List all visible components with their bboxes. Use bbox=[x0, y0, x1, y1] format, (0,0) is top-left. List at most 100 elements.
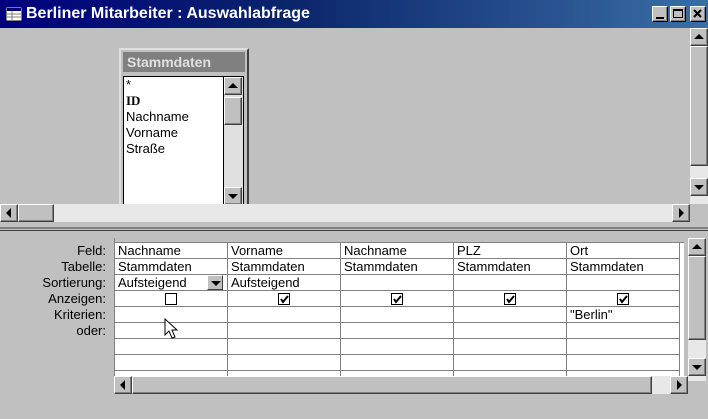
minimize-button[interactable] bbox=[652, 6, 668, 22]
oder-cell[interactable] bbox=[341, 323, 453, 339]
sortierung-cell[interactable] bbox=[567, 275, 679, 291]
scroll-up-button[interactable] bbox=[690, 28, 708, 46]
empty-cell[interactable] bbox=[454, 355, 566, 371]
feld-cell[interactable]: PLZ bbox=[454, 243, 566, 259]
scroll-down-button[interactable] bbox=[224, 187, 242, 205]
tabelle-cell[interactable]: Stammdaten bbox=[228, 259, 340, 275]
field-list-scrollbar[interactable] bbox=[224, 76, 244, 206]
scroll-thumb[interactable] bbox=[132, 376, 652, 394]
kriterien-cell[interactable] bbox=[341, 307, 453, 323]
sortierung-dropdown-button[interactable] bbox=[207, 275, 223, 290]
tabelle-cell[interactable]: Stammdaten bbox=[341, 259, 453, 275]
query-icon bbox=[6, 7, 22, 21]
show-checkbox[interactable] bbox=[391, 293, 403, 305]
oder-cell[interactable] bbox=[454, 323, 566, 339]
table-pane: Stammdaten * ID Nachname Vorname Straße bbox=[0, 28, 708, 223]
empty-cell[interactable] bbox=[567, 339, 679, 355]
arrow-right-icon bbox=[677, 380, 682, 390]
tabelle-cell[interactable]: Stammdaten bbox=[115, 259, 227, 275]
scroll-right-button[interactable] bbox=[670, 376, 688, 394]
arrow-down-icon bbox=[692, 365, 702, 370]
scroll-down-button[interactable] bbox=[690, 178, 708, 196]
feld-cell[interactable]: Nachname bbox=[341, 243, 453, 259]
row-label-oder: oder: bbox=[76, 323, 106, 338]
tabelle-cell[interactable]: Stammdaten bbox=[454, 259, 566, 275]
arrow-up-icon bbox=[694, 34, 704, 39]
show-checkbox[interactable] bbox=[617, 293, 629, 305]
scroll-up-button[interactable] bbox=[224, 77, 242, 95]
design-grid[interactable]: Nachname Stammdaten Aufsteigend Vorname … bbox=[114, 238, 684, 381]
show-checkbox[interactable] bbox=[504, 293, 516, 305]
sortierung-cell[interactable] bbox=[341, 275, 453, 291]
feld-cell[interactable]: Nachname bbox=[115, 243, 227, 259]
oder-cell[interactable] bbox=[228, 323, 340, 339]
field-item[interactable]: * bbox=[124, 77, 223, 93]
field-list[interactable]: * ID Nachname Vorname Straße bbox=[123, 76, 224, 206]
sortierung-cell[interactable] bbox=[454, 275, 566, 291]
chevron-down-icon bbox=[211, 281, 221, 286]
row-label-kriterien: Kriterien: bbox=[53, 307, 106, 322]
anzeigen-cell[interactable] bbox=[567, 291, 679, 307]
row-label-feld: Feld: bbox=[77, 243, 106, 258]
empty-cell[interactable] bbox=[567, 355, 679, 371]
tabelle-cell[interactable]: Stammdaten bbox=[567, 259, 679, 275]
kriterien-cell[interactable] bbox=[454, 307, 566, 323]
scroll-left-button[interactable] bbox=[114, 376, 132, 394]
checkmark-icon bbox=[393, 295, 402, 304]
field-list-stammdaten[interactable]: Stammdaten * ID Nachname Vorname Straße bbox=[119, 48, 249, 213]
feld-cell[interactable]: Vorname bbox=[228, 243, 340, 259]
scroll-thumb[interactable] bbox=[18, 204, 54, 222]
sortierung-value: Aufsteigend bbox=[118, 275, 187, 290]
show-checkbox[interactable] bbox=[278, 293, 290, 305]
arrow-left-icon bbox=[6, 208, 11, 218]
arrow-down-icon bbox=[228, 194, 238, 199]
maximize-button[interactable] bbox=[670, 6, 686, 22]
show-checkbox[interactable] bbox=[165, 293, 177, 305]
oder-cell[interactable] bbox=[567, 323, 679, 339]
field-list-title[interactable]: Stammdaten bbox=[123, 52, 245, 72]
scroll-down-button[interactable] bbox=[688, 358, 706, 376]
empty-cell[interactable] bbox=[454, 339, 566, 355]
kriterien-cell[interactable]: "Berlin" bbox=[567, 307, 679, 323]
table-pane-hscroll[interactable] bbox=[0, 204, 690, 222]
field-item[interactable]: Straße bbox=[124, 141, 223, 157]
title-bar[interactable]: Berliner Mitarbeiter : Auswahlabfrage bbox=[0, 0, 708, 28]
close-button[interactable] bbox=[690, 6, 706, 22]
field-item[interactable]: ID bbox=[124, 93, 223, 109]
scroll-left-button[interactable] bbox=[0, 204, 18, 222]
grid-column[interactable]: PLZ Stammdaten bbox=[454, 243, 567, 381]
sortierung-cell[interactable]: Aufsteigend bbox=[228, 275, 340, 291]
window-title: Berliner Mitarbeiter : Auswahlabfrage bbox=[26, 5, 310, 22]
field-item[interactable]: Vorname bbox=[124, 125, 223, 141]
scroll-thumb[interactable] bbox=[690, 46, 708, 166]
grid-column[interactable]: Nachname Stammdaten Aufsteigend bbox=[115, 243, 228, 381]
anzeigen-cell[interactable] bbox=[341, 291, 453, 307]
field-item[interactable]: Nachname bbox=[124, 109, 223, 125]
scroll-thumb[interactable] bbox=[224, 97, 242, 125]
checkmark-icon bbox=[280, 295, 289, 304]
empty-cell[interactable] bbox=[341, 339, 453, 355]
minimize-icon bbox=[656, 17, 664, 19]
arrow-right-icon bbox=[679, 208, 684, 218]
arrow-left-icon bbox=[120, 380, 125, 390]
grid-column[interactable]: Nachname Stammdaten bbox=[341, 243, 454, 381]
row-labels: Feld: Tabelle: Sortierung: Anzeigen: Kri… bbox=[0, 243, 110, 339]
empty-cell[interactable] bbox=[228, 355, 340, 371]
sortierung-cell[interactable]: Aufsteigend bbox=[115, 275, 227, 291]
empty-cell[interactable] bbox=[115, 339, 227, 355]
feld-cell[interactable]: Ort bbox=[567, 243, 679, 259]
scroll-up-button[interactable] bbox=[688, 238, 706, 256]
anzeigen-cell[interactable] bbox=[228, 291, 340, 307]
arrow-cursor-icon bbox=[164, 318, 178, 339]
anzeigen-cell[interactable] bbox=[454, 291, 566, 307]
grid-column[interactable]: Ort Stammdaten "Berlin" bbox=[567, 243, 680, 381]
scroll-right-button[interactable] bbox=[672, 204, 690, 222]
kriterien-cell[interactable] bbox=[228, 307, 340, 323]
empty-cell[interactable] bbox=[115, 355, 227, 371]
scroll-thumb[interactable] bbox=[688, 256, 706, 340]
empty-cell[interactable] bbox=[228, 339, 340, 355]
grid-column-partial[interactable] bbox=[680, 243, 684, 381]
grid-column[interactable]: Vorname Stammdaten Aufsteigend bbox=[228, 243, 341, 381]
empty-cell[interactable] bbox=[341, 355, 453, 371]
anzeigen-cell[interactable] bbox=[115, 291, 227, 307]
